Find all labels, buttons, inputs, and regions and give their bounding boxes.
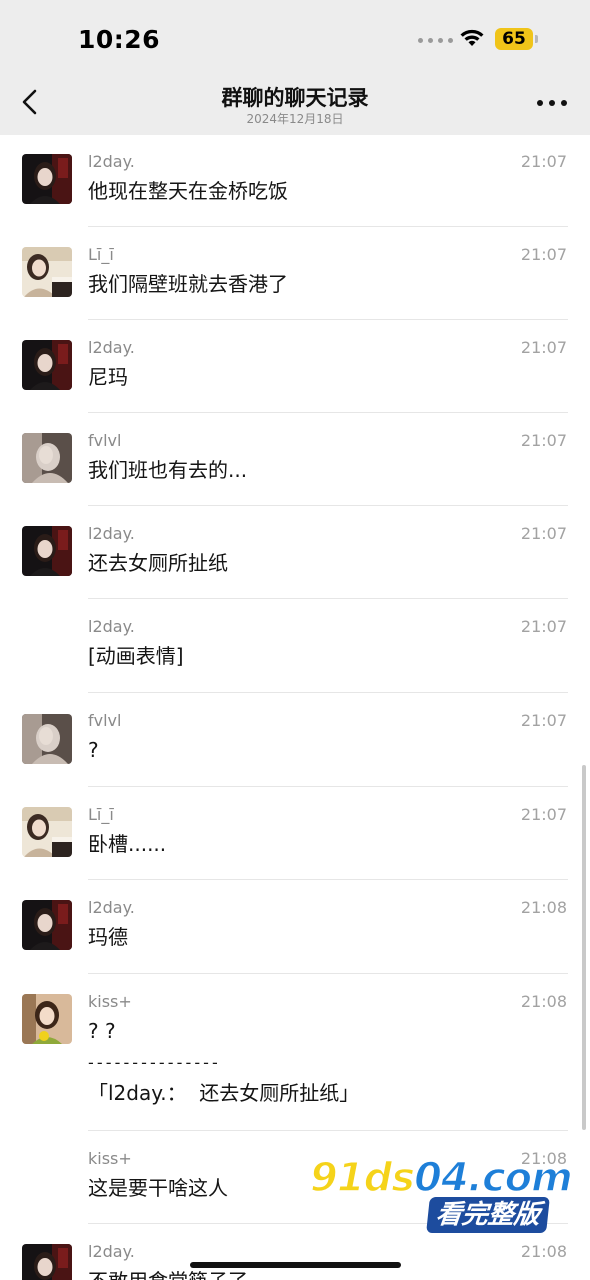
message-text: ? ? bbox=[88, 1019, 116, 1043]
divider bbox=[88, 226, 568, 227]
battery-level: 65 bbox=[502, 29, 526, 49]
sender-name: l2day. bbox=[88, 617, 135, 636]
message-item[interactable]: l2day. 21:07 尼玛 bbox=[0, 321, 590, 414]
avatar[interactable] bbox=[22, 900, 72, 950]
more-dots-icon[interactable] bbox=[532, 92, 572, 114]
quote-divider: - - - - - - - - - - - - - - - bbox=[88, 1053, 218, 1072]
battery-cap bbox=[535, 35, 538, 43]
message-time: 21:07 bbox=[520, 338, 567, 357]
message-text: 卧槽...... bbox=[88, 832, 167, 856]
nav-bar: 群聊的聊天记录 2024年12月18日 bbox=[0, 70, 590, 135]
message-time: 21:07 bbox=[520, 524, 567, 543]
avatar[interactable] bbox=[22, 247, 72, 297]
quoted-message[interactable]: 「l2day.： 还去女厕所扯纸」 bbox=[88, 1078, 359, 1109]
sender-name: fvlvl bbox=[88, 711, 122, 730]
avatar[interactable] bbox=[22, 1244, 72, 1280]
sender-name: Lī_ī bbox=[88, 805, 114, 824]
message-item[interactable]: kiss+ 21:08 ? ? - - - - - - - - - - - - … bbox=[0, 974, 590, 1131]
sender-name: kiss+ bbox=[88, 992, 132, 1011]
message-text: 我们班也有去的... bbox=[88, 458, 248, 482]
message-item[interactable]: l2day. 21:07 他现在整天在金桥吃饭 bbox=[0, 135, 590, 228]
divider bbox=[88, 505, 568, 506]
message-item[interactable]: l2day. 21:08 玛德 bbox=[0, 880, 590, 974]
message-item[interactable]: l2day. 21:07 [动画表情] bbox=[0, 600, 590, 693]
sender-name: l2day. bbox=[88, 524, 135, 543]
chat-history-list[interactable]: l2day. 21:07 他现在整天在金桥吃饭 Lī_ī 21:07 我们隔壁班… bbox=[0, 135, 590, 1280]
message-text: 我们隔壁班就去香港了 bbox=[88, 272, 288, 296]
message-time: 21:07 bbox=[520, 152, 567, 171]
cellular-signal-icon bbox=[418, 38, 453, 43]
message-item[interactable]: Lī_ī 21:07 我们隔壁班就去香港了 bbox=[0, 228, 590, 321]
divider bbox=[88, 319, 568, 320]
message-time: 21:07 bbox=[520, 617, 567, 636]
message-text: 不敢用食堂筷子了 bbox=[88, 1266, 248, 1280]
message-time: 21:07 bbox=[520, 431, 567, 450]
message-item[interactable]: l2day. 21:07 还去女厕所扯纸 bbox=[0, 507, 590, 600]
status-bar: 10:26 65 bbox=[0, 0, 590, 70]
sender-name: Lī_ī bbox=[88, 245, 114, 264]
divider bbox=[88, 598, 568, 599]
home-indicator bbox=[190, 1262, 401, 1268]
watermark-domain: 91ds04.com bbox=[309, 1154, 573, 1202]
watermark-tag: 看完整版 bbox=[426, 1197, 550, 1233]
message-text: 还去女厕所扯纸 bbox=[88, 551, 228, 575]
message-time: 21:08 bbox=[520, 898, 567, 917]
message-item[interactable]: fvlvl 21:07 ? bbox=[0, 693, 590, 787]
sender-name: fvlvl bbox=[88, 431, 122, 450]
message-time: 21:08 bbox=[520, 992, 567, 1011]
wifi-icon bbox=[460, 29, 484, 46]
avatar[interactable] bbox=[22, 807, 72, 857]
sender-name: l2day. bbox=[88, 338, 135, 357]
message-time: 21:07 bbox=[520, 805, 567, 824]
avatar[interactable] bbox=[22, 526, 72, 576]
message-time: 21:07 bbox=[520, 245, 567, 264]
page-subtitle: 2024年12月18日 bbox=[246, 112, 344, 126]
sender-name: l2day. bbox=[88, 898, 135, 917]
divider bbox=[88, 412, 568, 413]
watermark[interactable]: 91ds04.com 看完整版 bbox=[300, 1154, 574, 1245]
status-time: 10:26 bbox=[78, 25, 161, 54]
message-item[interactable]: fvlvl 21:07 我们班也有去的... bbox=[0, 414, 590, 507]
message-text: 他现在整天在金桥吃饭 bbox=[88, 179, 288, 203]
avatar[interactable] bbox=[22, 433, 72, 483]
avatar[interactable] bbox=[22, 340, 72, 390]
avatar[interactable] bbox=[22, 154, 72, 204]
message-text: 这是要干啥这人 bbox=[88, 1176, 228, 1200]
message-time: 21:07 bbox=[520, 711, 567, 730]
message-text: 玛德 bbox=[88, 925, 128, 949]
avatar[interactable] bbox=[22, 994, 72, 1044]
message-text: [动画表情] bbox=[88, 644, 184, 668]
message-text: ? bbox=[88, 738, 99, 762]
scrollbar[interactable] bbox=[582, 765, 586, 1130]
sender-name: kiss+ bbox=[88, 1149, 132, 1168]
sender-name: l2day. bbox=[88, 152, 135, 171]
avatar[interactable] bbox=[22, 714, 72, 764]
sender-name: l2day. bbox=[88, 1242, 135, 1261]
battery-icon: 65 bbox=[495, 28, 533, 50]
page-title: 群聊的聊天记录 bbox=[221, 86, 369, 110]
message-item[interactable]: Lī_ī 21:07 卧槽...... bbox=[0, 787, 590, 880]
message-text: 尼玛 bbox=[88, 365, 128, 389]
